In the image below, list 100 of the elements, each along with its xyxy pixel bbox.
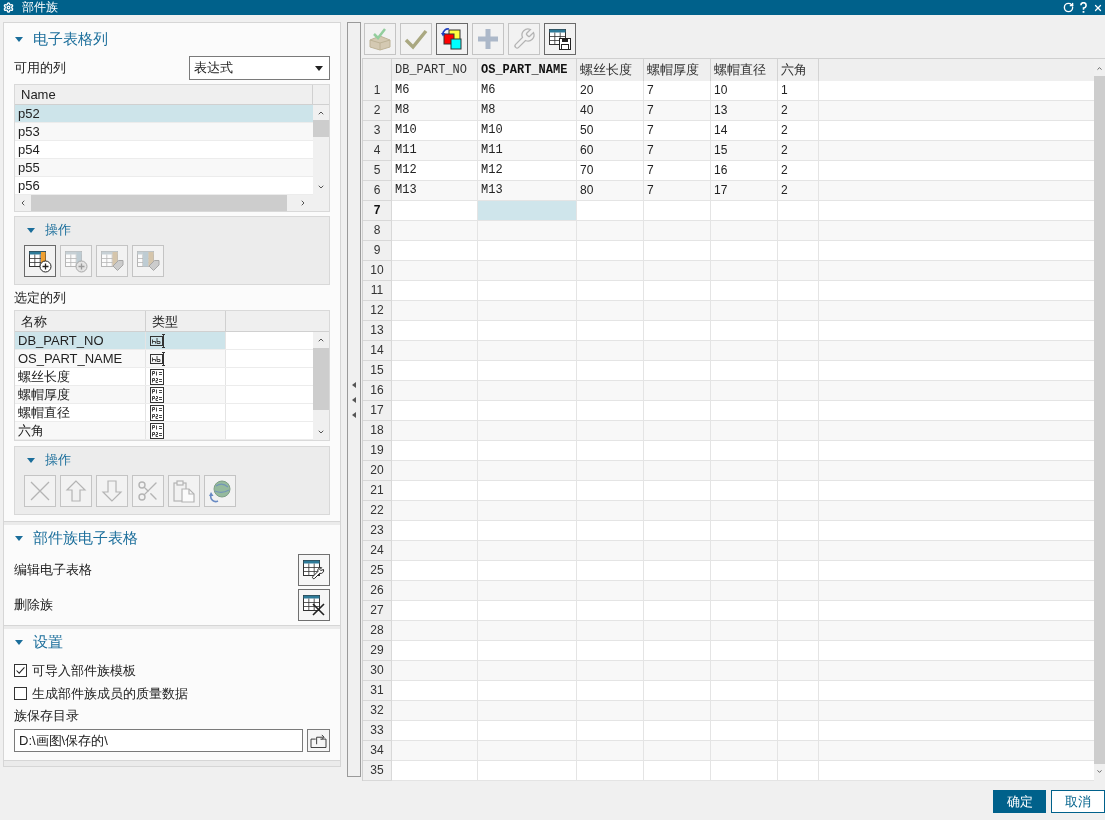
- close-icon[interactable]: [1093, 2, 1103, 13]
- ok-button[interactable]: 确定: [993, 790, 1046, 813]
- column-header[interactable]: 名称: [15, 311, 146, 331]
- row-number[interactable]: 22: [363, 501, 392, 521]
- list-item[interactable]: p53: [15, 123, 313, 141]
- row-number[interactable]: 30: [363, 661, 392, 681]
- row-number[interactable]: 16: [363, 381, 392, 401]
- scrollbar-thumb[interactable]: [31, 195, 287, 211]
- chevron-left-icon[interactable]: [19, 198, 27, 208]
- checkbox-label[interactable]: 生成部件族成员的质量数据: [32, 683, 188, 704]
- row-number[interactable]: 33: [363, 721, 392, 741]
- add-column-button[interactable]: [24, 245, 56, 277]
- list-cell[interactable]: OS_PART_NAME: [15, 350, 146, 367]
- reset-icon[interactable]: [1063, 2, 1074, 13]
- row-number[interactable]: 2: [363, 101, 392, 121]
- section-header[interactable]: 电子表格列: [14, 27, 108, 51]
- help-icon[interactable]: [1080, 2, 1087, 13]
- list-cell[interactable]: DB_PART_NO: [15, 332, 146, 349]
- row-number[interactable]: 4: [363, 141, 392, 161]
- row-number[interactable]: 12: [363, 301, 392, 321]
- row-number[interactable]: 14: [363, 341, 392, 361]
- colors-button[interactable]: [436, 23, 468, 55]
- table-tag-icon: [136, 249, 160, 273]
- chevron-up-icon[interactable]: [1095, 65, 1104, 72]
- save-table-button[interactable]: [544, 23, 576, 55]
- list-cell[interactable]: 螺丝长度: [15, 368, 146, 385]
- checkbox[interactable]: [14, 687, 27, 700]
- triangle-down-icon[interactable]: [27, 457, 35, 463]
- row-number[interactable]: 10: [363, 261, 392, 281]
- horizontal-scrollbar[interactable]: [15, 195, 329, 211]
- row-number[interactable]: 6: [363, 181, 392, 201]
- left-arrow-icon[interactable]: [352, 381, 356, 388]
- vertical-scrollbar[interactable]: [313, 332, 329, 440]
- action-label: 删除族: [14, 596, 53, 615]
- table-save-icon: [548, 27, 572, 51]
- row-number[interactable]: 3: [363, 121, 392, 141]
- section-header[interactable]: 部件族电子表格: [14, 526, 138, 550]
- left-arrow-icon[interactable]: [352, 396, 356, 403]
- row-number[interactable]: 21: [363, 481, 392, 501]
- cancel-button[interactable]: 取消: [1051, 790, 1105, 813]
- left-arrow-icon[interactable]: [352, 411, 356, 418]
- row-number[interactable]: 11: [363, 281, 392, 301]
- row-number[interactable]: 1: [363, 81, 392, 101]
- text-field-icon: [150, 351, 166, 366]
- list-cell[interactable]: 螺帽厚度: [15, 386, 146, 403]
- chevron-right-icon[interactable]: [299, 198, 307, 208]
- dropdown[interactable]: 表达式: [189, 56, 330, 80]
- scrollbar-thumb[interactable]: [313, 120, 329, 137]
- row-number[interactable]: 29: [363, 641, 392, 661]
- settings-icon: [3, 2, 14, 13]
- row-number[interactable]: 18: [363, 421, 392, 441]
- field-label: 选定的列: [14, 289, 66, 306]
- list-cell[interactable]: 六角: [15, 422, 146, 439]
- row-number[interactable]: 32: [363, 701, 392, 721]
- row-number[interactable]: 34: [363, 741, 392, 761]
- delete-family-button[interactable]: [298, 589, 330, 621]
- triangle-down-icon[interactable]: [27, 227, 35, 233]
- triangle-down-icon[interactable]: [15, 535, 23, 541]
- row-number[interactable]: 13: [363, 321, 392, 341]
- chevron-up-icon[interactable]: [316, 336, 326, 344]
- column-header[interactable]: 类型: [146, 311, 226, 331]
- list-cell[interactable]: 螺帽直径: [15, 404, 146, 421]
- row-number[interactable]: 15: [363, 361, 392, 381]
- browse-button[interactable]: [307, 729, 330, 752]
- edit-spreadsheet-button[interactable]: [298, 554, 330, 586]
- row-number[interactable]: 23: [363, 521, 392, 541]
- row-number[interactable]: 17: [363, 401, 392, 421]
- vertical-scrollbar[interactable]: [313, 105, 329, 195]
- row-number[interactable]: 25: [363, 561, 392, 581]
- cross-icon: [28, 479, 52, 503]
- scrollbar-thumb[interactable]: [313, 348, 329, 410]
- row-number[interactable]: 27: [363, 601, 392, 621]
- row-number[interactable]: 19: [363, 441, 392, 461]
- checkbox[interactable]: [14, 664, 27, 677]
- row-number[interactable]: 24: [363, 541, 392, 561]
- chevron-down-icon[interactable]: [1095, 768, 1104, 775]
- row-number[interactable]: 26: [363, 581, 392, 601]
- chevron-down-icon[interactable]: [316, 428, 326, 436]
- row-number[interactable]: 35: [363, 761, 392, 781]
- chevron-up-icon[interactable]: [316, 109, 326, 117]
- directory-field[interactable]: D:\画图\保存的\: [14, 729, 303, 752]
- row-number[interactable]: 7: [363, 201, 392, 221]
- row-number[interactable]: 28: [363, 621, 392, 641]
- triangle-down-icon[interactable]: [15, 639, 23, 645]
- section-header[interactable]: 操作: [24, 219, 71, 241]
- row-number[interactable]: 5: [363, 161, 392, 181]
- triangle-down-icon[interactable]: [15, 36, 23, 42]
- selected-cell[interactable]: [478, 201, 577, 221]
- list-item[interactable]: p52: [15, 105, 313, 123]
- checkbox-label[interactable]: 可导入部件族模板: [32, 660, 136, 681]
- table-tag-icon: [100, 249, 124, 273]
- row-number[interactable]: 8: [363, 221, 392, 241]
- row-number[interactable]: 31: [363, 681, 392, 701]
- chevron-down-icon[interactable]: [316, 183, 326, 191]
- list-item[interactable]: p55: [15, 159, 313, 177]
- section-header[interactable]: 设置: [14, 630, 63, 654]
- section-header[interactable]: 操作: [24, 449, 71, 471]
- check-icon: [16, 667, 25, 674]
- row-number[interactable]: 9: [363, 241, 392, 261]
- row-number[interactable]: 20: [363, 461, 392, 481]
